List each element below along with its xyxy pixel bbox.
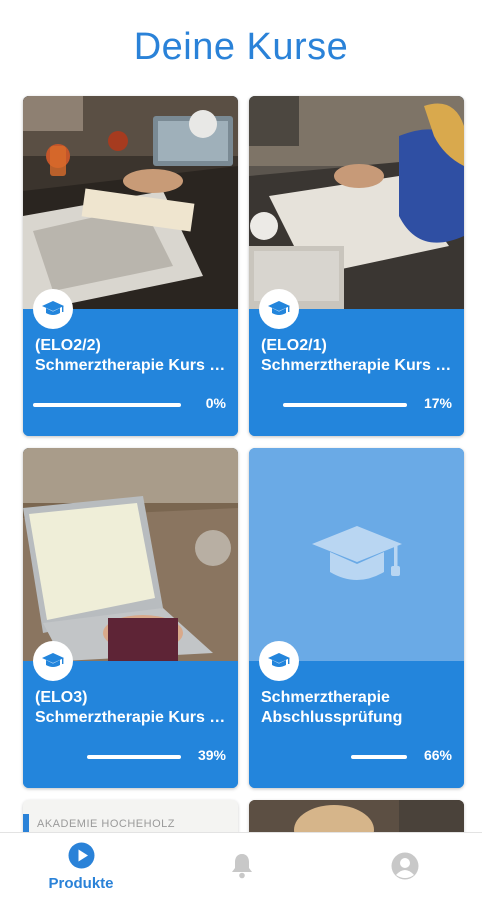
- progress-bar: [87, 755, 181, 759]
- bottom-navigation: Produkte: [0, 832, 482, 901]
- nav-item-produkte[interactable]: Produkte: [1, 833, 161, 901]
- graduation-cap-icon: [259, 289, 299, 329]
- progress-bar: [283, 403, 407, 407]
- course-card-elo2-1[interactable]: (ELO2/1) Schmerztherapie Kurs … 17%: [249, 96, 464, 436]
- graduation-cap-icon: [33, 289, 73, 329]
- bell-icon: [231, 853, 253, 884]
- graduation-cap-icon: [259, 641, 299, 681]
- course-card-abschlusspruefung[interactable]: Schmerztherapie Abschlussprüfung 66%: [249, 448, 464, 788]
- course-card-elo2-2[interactable]: (ELO2/2) Schmerztherapie Kurs … 0%: [23, 96, 238, 436]
- progress-percent: 39%: [197, 747, 226, 763]
- play-circle-icon: [68, 842, 95, 874]
- course-card-elo3[interactable]: (ELO3) Schmerztherapie Kurs … 39%: [23, 448, 238, 788]
- progress-percent: 66%: [423, 747, 452, 763]
- graduation-cap-icon: [33, 641, 73, 681]
- course-image: [23, 448, 238, 661]
- course-title: (ELO2/2) Schmerztherapie Kurs …: [35, 337, 226, 374]
- academy-logo: AKADEMIE HOCHEHOLZ: [37, 818, 175, 830]
- nav-item-account[interactable]: [321, 833, 481, 901]
- account-icon: [391, 852, 419, 885]
- progress-bar: [33, 403, 181, 407]
- course-image: [249, 96, 464, 309]
- nav-label: Produkte: [48, 875, 114, 892]
- course-title: Schmerztherapie Abschlussprüfung: [261, 689, 403, 726]
- course-image: [23, 96, 238, 309]
- course-image-placeholder: [249, 448, 464, 661]
- progress-percent: 17%: [423, 395, 452, 411]
- nav-item-notifications[interactable]: [161, 833, 321, 901]
- progress-bar: [351, 755, 407, 759]
- graduation-cap-icon: [312, 526, 402, 591]
- progress-percent: 0%: [205, 395, 226, 411]
- course-title: (ELO3) Schmerztherapie Kurs …: [35, 689, 226, 726]
- page-title: Deine Kurse: [133, 26, 349, 68]
- course-title: (ELO2/1) Schmerztherapie Kurs …: [261, 337, 452, 374]
